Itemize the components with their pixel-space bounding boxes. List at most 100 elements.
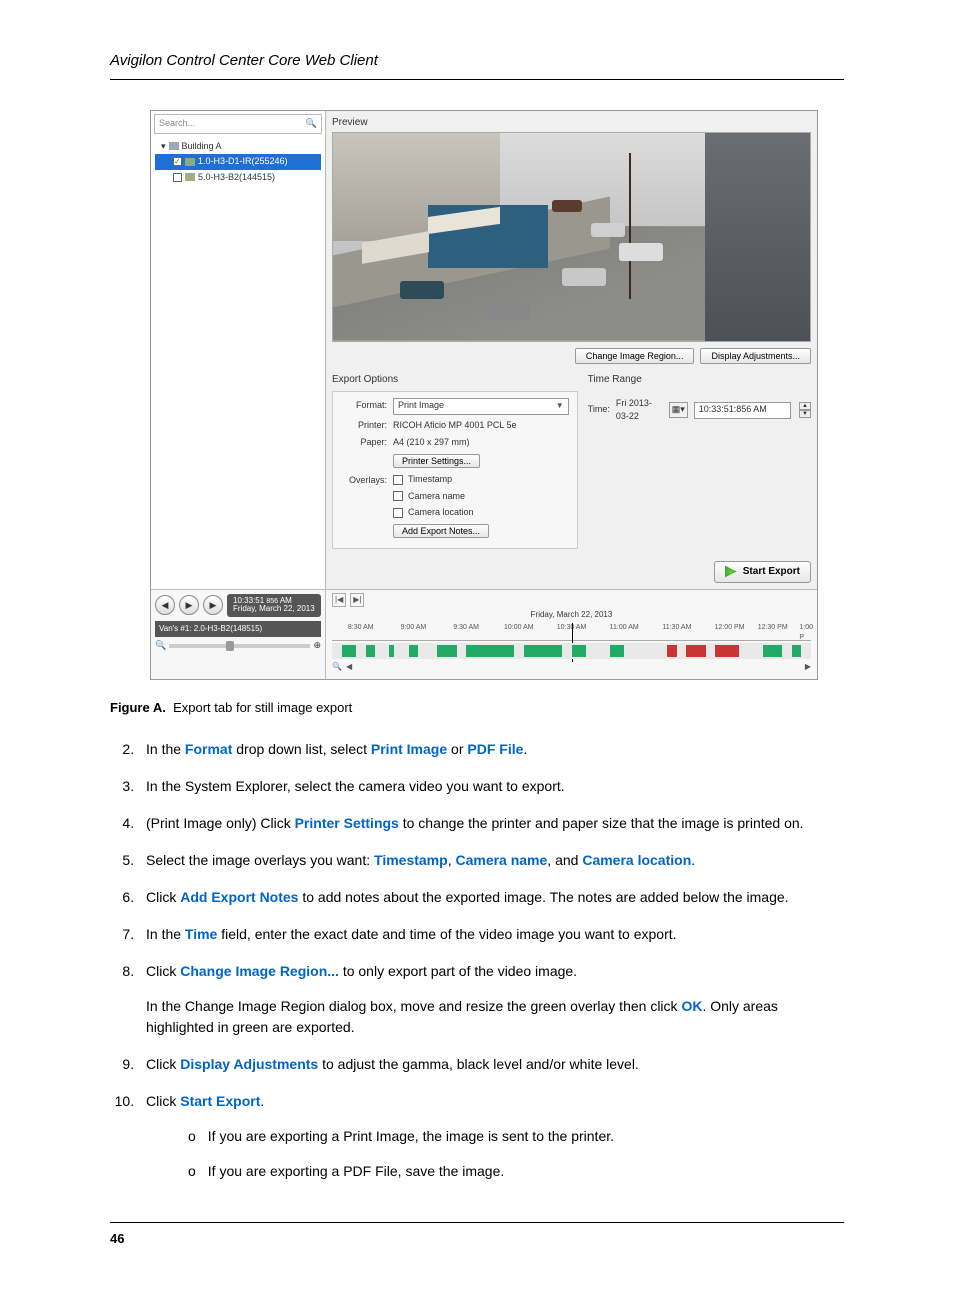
zoom-out-icon[interactable]: 🔍 xyxy=(332,661,342,673)
step-5: Select the image overlays you want: Time… xyxy=(138,850,844,871)
paper-label: Paper: xyxy=(341,436,387,450)
checkbox-icon[interactable] xyxy=(393,508,403,518)
timeline-scroll-right-icon[interactable]: ▶ xyxy=(805,661,811,673)
printer-settings-link: Printer Settings xyxy=(295,815,399,831)
timeline-skip-start-button[interactable]: |◀ xyxy=(332,593,346,607)
checkbox-icon[interactable] xyxy=(173,173,182,182)
time-date-value: Fri 2013-03-22 xyxy=(616,397,663,424)
paper-value: A4 (210 x 297 mm) xyxy=(393,436,470,450)
pdf-file-link: PDF File xyxy=(467,741,523,757)
step-4: (Print Image only) Click Printer Setting… xyxy=(138,813,844,834)
step-10-bullet-2: If you are exporting a PDF File, save th… xyxy=(188,1161,844,1182)
step-forward-button[interactable]: ▶ xyxy=(203,595,223,615)
timeline-date: Friday, March 22, 2013 xyxy=(332,609,811,621)
camera-tree: ▾ Building A 1.0-H3-D1-IR(255246) 5.0-H3… xyxy=(151,137,325,589)
add-export-notes-button[interactable]: Add Export Notes... xyxy=(393,524,489,538)
timeline-skip-end-button[interactable]: ▶| xyxy=(350,593,364,607)
camera-name-link: Camera name xyxy=(455,852,547,868)
format-label: Format: xyxy=(341,399,387,413)
system-explorer-panel: Search... 🔍 ▾ Building A 1.0-H3-D1-IR(25… xyxy=(151,111,326,589)
step-10: Click Start Export. If you are exporting… xyxy=(138,1091,844,1182)
server-icon xyxy=(169,142,179,150)
overlay-camera-name-row[interactable]: Camera name xyxy=(393,490,569,504)
tree-camera-1[interactable]: 1.0-H3-D1-IR(255246) xyxy=(155,154,321,170)
search-icon: 🔍 xyxy=(306,117,317,131)
step-6: Click Add Export Notes to add notes abou… xyxy=(138,887,844,908)
step-2: In the Format drop down list, select Pri… xyxy=(138,739,844,760)
figure-caption-text: Export tab for still image export xyxy=(173,700,352,715)
overlay-timestamp-label: Timestamp xyxy=(408,473,452,487)
printer-label: Printer: xyxy=(341,419,387,433)
preview-label: Preview xyxy=(326,111,817,132)
format-value: Print Image xyxy=(398,399,444,413)
start-export-label: Start Export xyxy=(743,566,800,577)
step-8: Click Change Image Region... to only exp… xyxy=(138,961,844,1038)
change-image-region-link: Change Image Region... xyxy=(180,963,339,979)
play-icon xyxy=(725,566,737,578)
ok-link: OK xyxy=(681,998,702,1014)
timeline-recording-bars[interactable] xyxy=(332,643,811,659)
spin-down-icon[interactable]: ▼ xyxy=(799,410,811,418)
step-10-bullet-1: If you are exporting a Print Image, the … xyxy=(188,1126,844,1147)
timeline-scroll-left-icon[interactable]: ◀ xyxy=(346,661,352,673)
time-range-title: Time Range xyxy=(588,370,811,391)
chevron-down-icon: ▼ xyxy=(556,400,564,412)
playback-camera-label: Van's #1: 2.0-H3-B2(148515) xyxy=(155,621,321,637)
playback-time-display: 10:33:51 856 AM Friday, March 22, 2013 xyxy=(227,594,321,618)
search-input[interactable]: Search... 🔍 xyxy=(154,114,322,134)
print-image-link: Print Image xyxy=(371,741,447,757)
step-back-button[interactable]: ◀ xyxy=(155,595,175,615)
time-spinner[interactable]: ▲ ▼ xyxy=(799,402,811,418)
time-link: Time xyxy=(185,926,217,942)
display-adjustments-button[interactable]: Display Adjustments... xyxy=(700,348,811,364)
start-export-link: Start Export xyxy=(180,1093,260,1109)
step-9: Click Display Adjustments to adjust the … xyxy=(138,1054,844,1075)
zoom-out-icon[interactable]: 🔍 xyxy=(155,639,166,653)
camera-icon xyxy=(185,158,195,166)
camera-location-link: Camera location xyxy=(582,852,691,868)
step-10-bullets: If you are exporting a Print Image, the … xyxy=(188,1126,844,1182)
export-options-title: Export Options xyxy=(332,370,578,391)
printer-value: RICOH Aficio MP 4001 PCL 5e xyxy=(393,419,517,433)
format-link: Format xyxy=(185,741,232,757)
time-label: Time: xyxy=(588,403,610,417)
zoom-slider[interactable] xyxy=(169,644,310,648)
tree-cam1-label: 1.0-H3-D1-IR(255246) xyxy=(198,155,288,169)
change-image-region-button[interactable]: Change Image Region... xyxy=(575,348,695,364)
step-3: In the System Explorer, select the camer… xyxy=(138,776,844,797)
format-dropdown[interactable]: Print Image ▼ xyxy=(393,398,569,415)
time-input[interactable]: 10:33:51:856 AM xyxy=(694,402,791,419)
overlay-camera-name-label: Camera name xyxy=(408,490,465,504)
overlay-timestamp-row[interactable]: Timestamp xyxy=(393,473,569,487)
calendar-icon[interactable]: ▦▾ xyxy=(669,402,688,418)
zoom-in-icon[interactable]: ⊕ xyxy=(313,639,321,653)
timeline-ruler[interactable]: 8:30 AM 9:00 AM 9:30 AM 10:00 AM 10:30 A… xyxy=(332,623,811,641)
tree-camera-2[interactable]: 5.0-H3-B2(144515) xyxy=(155,170,321,186)
checkbox-icon[interactable] xyxy=(393,475,403,485)
collapse-icon: ▾ xyxy=(161,140,166,154)
tree-root-label: Building A xyxy=(182,140,222,154)
checkbox-checked-icon[interactable] xyxy=(173,157,182,166)
add-export-notes-link: Add Export Notes xyxy=(180,889,298,905)
start-export-button[interactable]: Start Export xyxy=(714,561,811,583)
tree-cam2-label: 5.0-H3-B2(144515) xyxy=(198,171,275,185)
printer-settings-button[interactable]: Printer Settings... xyxy=(393,454,480,468)
step-8-subpara: In the Change Image Region dialog box, m… xyxy=(146,996,844,1038)
export-tab-screenshot: Search... 🔍 ▾ Building A 1.0-H3-D1-IR(25… xyxy=(150,110,818,680)
time-value: 10:33:51:856 AM xyxy=(699,403,767,417)
spin-up-icon[interactable]: ▲ xyxy=(799,402,811,410)
timestamp-link: Timestamp xyxy=(374,852,448,868)
overlay-camera-location-label: Camera location xyxy=(408,506,474,520)
checkbox-icon[interactable] xyxy=(393,491,403,501)
tree-root-building[interactable]: ▾ Building A xyxy=(155,139,321,155)
search-placeholder: Search... xyxy=(159,117,195,131)
display-adjustments-link: Display Adjustments xyxy=(180,1056,318,1072)
preview-image xyxy=(332,132,811,342)
play-button[interactable]: ▶ xyxy=(179,595,199,615)
figure-a-wrapper: Search... 🔍 ▾ Building A 1.0-H3-D1-IR(25… xyxy=(150,110,844,680)
camera-icon xyxy=(185,173,195,181)
page-header: Avigilon Control Center Core Web Client xyxy=(110,50,844,80)
overlay-camera-location-row[interactable]: Camera location xyxy=(393,506,569,520)
steps-list: In the Format drop down list, select Pri… xyxy=(110,739,844,1182)
page-number: 46 xyxy=(110,1222,844,1249)
